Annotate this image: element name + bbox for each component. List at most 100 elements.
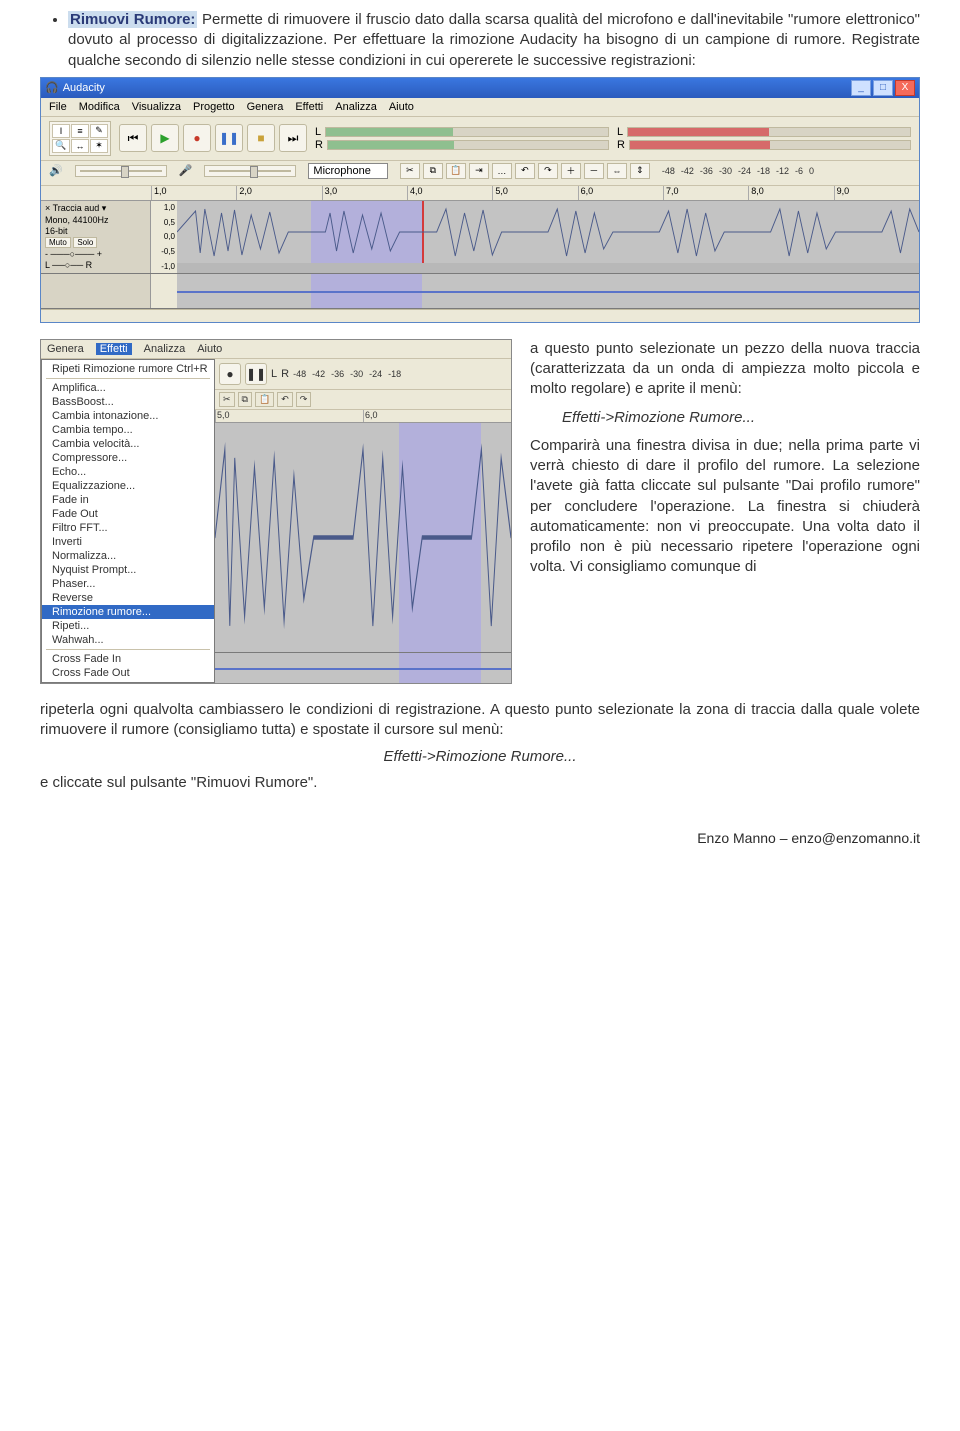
undo-button[interactable]: ↶ (515, 163, 535, 179)
fx-item[interactable]: Fade in (42, 493, 214, 507)
minimize-button[interactable]: _ (851, 80, 871, 96)
tool-zoom[interactable]: 🔍 (52, 139, 70, 153)
tick: -36 (700, 166, 713, 176)
toolbar: I ≡ ✎ 🔍 ↔ ✶ ⏮ ▶ ● ❚❚ ■ ⏭ L R (41, 117, 919, 161)
tool-selection[interactable]: I (52, 124, 70, 138)
track-header: × Traccia aud ▾ Mono, 44100Hz 16-bit Mut… (41, 201, 151, 273)
paste-button[interactable]: 📋 (446, 163, 466, 179)
fx-item[interactable]: Phaser... (42, 577, 214, 591)
fx-wave-1[interactable] (215, 423, 511, 652)
fx-item[interactable]: Amplifica... (42, 381, 214, 395)
tool-draw[interactable]: ✎ (90, 124, 108, 138)
play-button[interactable]: ▶ (151, 124, 179, 152)
menu-aiuto[interactable]: Aiuto (389, 101, 414, 113)
transport-controls: ⏮ ▶ ● ❚❚ ■ ⏭ (119, 124, 307, 152)
fx-item[interactable]: Nyquist Prompt... (42, 563, 214, 577)
fx-repeat[interactable]: Ripeti Rimozione rumore Ctrl+R (42, 362, 214, 376)
paste-icon[interactable]: 📋 (255, 392, 274, 407)
fx-menu-analizza[interactable]: Analizza (144, 343, 186, 355)
input-volume-slider[interactable] (204, 165, 296, 177)
zoom-out-button[interactable]: － (584, 163, 604, 179)
cut-icon[interactable]: ✂ (219, 392, 235, 407)
track-name[interactable]: Traccia aud (53, 203, 100, 213)
meter-r-label: R (315, 139, 323, 151)
fx-item[interactable]: Cambia velocità... (42, 437, 214, 451)
fx-item[interactable]: Fade Out (42, 507, 214, 521)
close-button[interactable]: X (895, 80, 915, 96)
tick: -24 (738, 166, 751, 176)
skip-end-button[interactable]: ⏭ (279, 124, 307, 152)
fx-item[interactable]: Inverti (42, 535, 214, 549)
fx-item[interactable]: Cambia intonazione... (42, 409, 214, 423)
fx-menu-genera[interactable]: Genera (47, 343, 84, 355)
fx-item[interactable]: Normalizza... (42, 549, 214, 563)
fx-item[interactable]: Compressore... (42, 451, 214, 465)
mute-button[interactable]: Muto (45, 237, 71, 248)
fx-lr-r: R (281, 368, 289, 380)
zoom-in-button[interactable]: ＋ (561, 163, 581, 179)
fx-item[interactable]: Filtro FFT... (42, 521, 214, 535)
tool-timeshift[interactable]: ↔ (71, 139, 89, 153)
h-scrollbar[interactable] (41, 309, 919, 322)
side-paragraphs: a questo punto selezionate un pezzo dell… (530, 339, 920, 586)
stop-button[interactable]: ■ (247, 124, 275, 152)
track-waveform-2[interactable] (177, 274, 919, 308)
record-button[interactable]: ● (183, 124, 211, 152)
tool-envelope[interactable]: ≡ (71, 124, 89, 138)
fx-pause-button[interactable]: ❚❚ (245, 363, 267, 385)
menu-effetti[interactable]: Effetti (295, 101, 323, 113)
output-volume-slider[interactable] (75, 165, 167, 177)
menu-file[interactable]: File (49, 101, 67, 113)
bullet-title: Rimuovi Rumore: (68, 11, 197, 28)
track-header-2 (41, 274, 151, 308)
maximize-button[interactable]: □ (873, 80, 893, 96)
ruler-tick: 6,0 (578, 186, 663, 200)
noise-flat-wave (177, 291, 919, 293)
menubar: File Modifica Visualizza Progetto Genera… (41, 98, 919, 117)
fx-item[interactable]: Echo... (42, 465, 214, 479)
silence-button[interactable]: … (492, 163, 512, 179)
fx-flat-noise (215, 668, 511, 670)
input-source-select[interactable]: Microphone (308, 163, 387, 179)
copy-icon[interactable]: ⧉ (238, 392, 252, 407)
tracks-area: × Traccia aud ▾ Mono, 44100Hz 16-bit Mut… (41, 201, 919, 309)
fx-wave-2[interactable] (215, 652, 511, 683)
copy-button[interactable]: ⧉ (423, 163, 443, 179)
trim-button[interactable]: ⇥ (469, 163, 489, 179)
pause-button[interactable]: ❚❚ (215, 124, 243, 152)
closing-line: e cliccate sul pulsante "Rimuovi Rumore"… (40, 773, 920, 793)
ruler-tick: 5,0 (492, 186, 577, 200)
tool-multi[interactable]: ✶ (90, 139, 108, 153)
fx-item-noise-removal[interactable]: Rimozione rumore... (42, 605, 214, 619)
menu-analizza[interactable]: Analizza (335, 101, 377, 113)
fx-menu-effetti[interactable]: Effetti (96, 343, 132, 355)
fx-item[interactable]: Cambia tempo... (42, 423, 214, 437)
menu-genera[interactable]: Genera (247, 101, 284, 113)
audacity-main-screenshot: 🎧 Audacity _ □ X File Modifica Visualizz… (40, 77, 920, 323)
titlebar: 🎧 Audacity _ □ X (41, 78, 919, 98)
fx-item[interactable]: Ripeti... (42, 619, 214, 633)
redo-icon[interactable]: ↷ (296, 392, 312, 407)
fx-item[interactable]: BassBoost... (42, 395, 214, 409)
fx-tracks (215, 423, 511, 683)
fx-item[interactable]: Reverse (42, 591, 214, 605)
fx-item[interactable]: Equalizzazione... (42, 479, 214, 493)
menu-modifica[interactable]: Modifica (79, 101, 120, 113)
solo-button[interactable]: Solo (73, 237, 97, 248)
menu-progetto[interactable]: Progetto (193, 101, 235, 113)
undo-icon[interactable]: ↶ (277, 392, 293, 407)
fx-record-button[interactable]: ● (219, 363, 241, 385)
menu-visualizza[interactable]: Visualizza (132, 101, 181, 113)
tick: -6 (795, 166, 803, 176)
fx-item[interactable]: Cross Fade In (42, 652, 214, 666)
fx-item[interactable]: Cross Fade Out (42, 666, 214, 680)
meter-l-label: L (315, 126, 321, 138)
fx-menu-aiuto[interactable]: Aiuto (197, 343, 222, 355)
fx-item[interactable]: Wahwah... (42, 633, 214, 647)
fit-selection-button[interactable]: ⇔ (607, 163, 627, 179)
redo-button[interactable]: ↷ (538, 163, 558, 179)
fit-project-button[interactable]: ⇕ (630, 163, 650, 179)
track-waveform[interactable] (177, 201, 919, 263)
cut-button[interactable]: ✂ (400, 163, 420, 179)
skip-start-button[interactable]: ⏮ (119, 124, 147, 152)
